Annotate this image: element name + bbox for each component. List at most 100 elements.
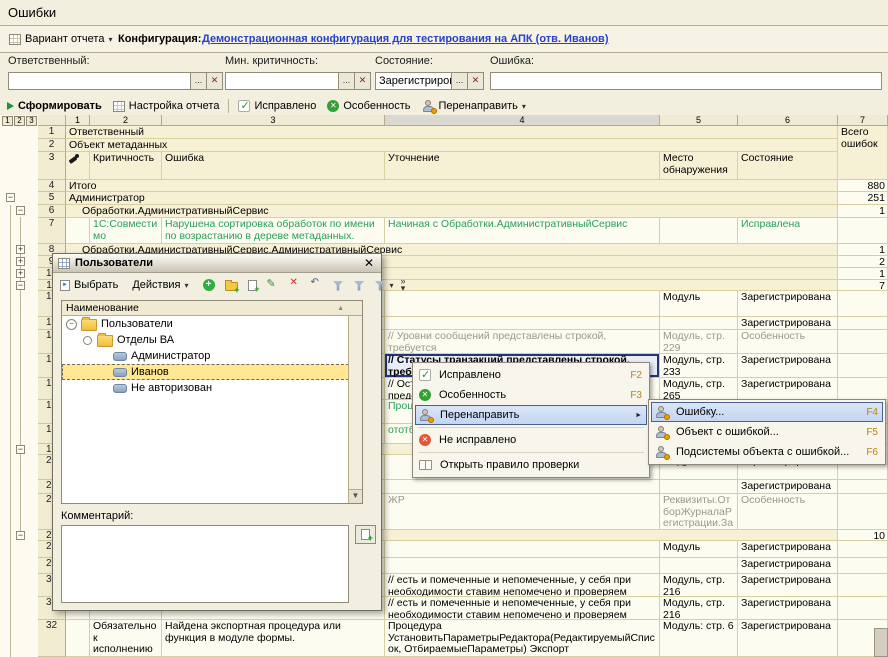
column-number-header[interactable]: 1 [66,115,90,126]
add-comment-button[interactable] [355,525,376,544]
feature-button[interactable]: Особенность [325,99,412,113]
expand-toggle-icon[interactable]: − [16,206,25,215]
grid-cell[interactable] [838,354,888,378]
grid-cell[interactable] [660,317,738,330]
expand-toggle-icon[interactable]: + [16,269,25,278]
grid-cell[interactable]: Зарегистрирована [738,574,838,597]
grid-cell[interactable]: // есть и помеченные и непомеченные, у с… [385,597,660,620]
choose-button[interactable]: ... [451,73,467,89]
user-tree-item[interactable]: Администратор [62,348,349,364]
config-link[interactable]: Демонстрационная конфигурация для тестир… [202,33,608,45]
grid-cell[interactable]: 7 [838,280,888,291]
column-number-header[interactable]: 7 [838,115,888,126]
row-number-cell[interactable]: 4 [38,180,66,192]
edit-button[interactable] [265,278,281,292]
submenu-item[interactable]: Подсистемы объекта с ошибкой...F6 [651,442,883,462]
filter-menu-button[interactable]: ▾ [373,279,396,292]
grid-cell[interactable]: 1 [838,268,888,280]
fixed-button[interactable]: Исправлено [236,99,318,113]
row-number-cell[interactable]: 2 [38,139,66,152]
generate-button[interactable]: Сформировать [5,99,104,113]
grid-cell[interactable]: Особенность [738,330,838,354]
group-level-button[interactable]: 3 [26,116,37,126]
grid-cell[interactable] [838,218,888,244]
grid-cell[interactable]: Модуль [660,541,738,558]
grid-cell[interactable]: Модуль, стр. 216 [660,597,738,620]
grid-cell[interactable]: // Уровни сообщений представлены строкой… [385,330,660,354]
grid-cell[interactable] [660,558,738,574]
grid-cell[interactable] [838,317,888,330]
row-number-cell[interactable]: 3 [38,152,66,180]
report-variant-button[interactable]: Вариант отчета ▾ [6,30,115,48]
group-level-button[interactable]: 1 [2,116,13,126]
history-button[interactable] [309,278,325,292]
clear-icon[interactable]: ✕ [467,73,483,89]
grid-cell[interactable] [385,291,660,317]
context-menu-item[interactable]: ОсобенностьF3 [415,385,647,405]
copy-button[interactable] [246,279,259,292]
grid-cell[interactable]: 2 [838,256,888,268]
grid-cell[interactable]: Администратор [66,192,838,205]
submenu-item[interactable]: Объект с ошибкой...F5 [651,422,883,442]
filter-settings-button[interactable] [331,279,346,292]
expand-toggle-icon[interactable]: + [16,245,25,254]
filter-input[interactable]: ...✕ [225,72,371,90]
grid-cell[interactable]: Процедура УстановитьПараметрыРедактора(Р… [385,620,660,657]
user-tree-item[interactable]: Иванов [62,364,349,380]
grid-cell[interactable]: Ответственный [66,126,838,139]
select-button[interactable]: Выбрать [58,278,120,292]
grid-cell[interactable] [838,494,888,530]
filter-button[interactable] [352,279,367,292]
expand-toggle-icon[interactable]: − [6,193,15,202]
grid-cell[interactable]: Зарегистрирована [738,597,838,620]
context-menu-item[interactable]: ИсправленоF2 [415,365,647,385]
grid-cell[interactable] [66,218,90,244]
row-number-cell[interactable]: 32 [38,620,66,657]
clear-icon[interactable]: ✕ [354,73,370,89]
grid-cell[interactable]: Модуль, стр. 233 [660,354,738,378]
submenu-item[interactable]: Ошибку...F4 [651,402,883,422]
grid-cell[interactable]: 1 [838,205,888,218]
choose-button[interactable]: ... [338,73,354,89]
expand-icon[interactable]: − [66,319,77,330]
grid-cell[interactable] [385,558,660,574]
clear-icon[interactable]: ✕ [206,73,222,89]
grid-cell[interactable]: Место обнаружения [660,152,738,180]
grid-cell[interactable]: Модуль, стр. 216 [660,574,738,597]
grid-cell[interactable]: Зарегистрирована [738,317,838,330]
user-tree-item[interactable]: Не авторизован [62,380,349,396]
grid-cell[interactable]: Нарушена сортировка обработок по имени п… [162,218,385,244]
toolbar-overflow-button[interactable]: » ▾ [401,278,406,292]
grid-cell[interactable]: Обязательно к исполнению [90,620,162,657]
grid-cell[interactable]: Найдена экспортная процедура или функция… [162,620,385,657]
grid-cell[interactable]: 880 [838,180,888,192]
delete-button[interactable] [287,278,303,292]
column-number-header[interactable]: 3 [162,115,385,126]
grid-cell[interactable] [838,378,888,400]
grid-cell[interactable]: Модуль, стр. 265 [660,378,738,400]
grid-cell[interactable]: Ошибка [162,152,385,180]
grid-cell[interactable] [385,480,660,494]
choose-button[interactable]: ... [190,73,206,89]
grid-cell[interactable] [838,480,888,494]
grid-cell[interactable]: Обработки.АдминистративныйСервис [66,205,838,218]
grid-cell[interactable]: 1 [838,244,888,256]
grid-cell[interactable]: Особенность [738,494,838,530]
grid-cell[interactable] [838,291,888,317]
filter-input[interactable] [490,72,882,90]
row-number-cell[interactable]: 7 [38,218,66,244]
user-tree-item[interactable]: Отделы ВА [62,332,349,348]
grid-cell[interactable]: Реквизиты.ОтборЖурналаРегистрации.Заголо… [660,494,738,530]
expand-toggle-icon[interactable]: + [16,257,25,266]
row-number-header[interactable] [38,115,66,126]
grid-cell[interactable]: Модуль [660,291,738,317]
column-number-header[interactable]: 5 [660,115,738,126]
grid-cell[interactable]: // есть и помеченные и непомеченные, у с… [385,574,660,597]
grid-cell[interactable] [385,541,660,558]
grid-cell[interactable] [838,597,888,620]
users-list-scrollbar[interactable]: ▼ [348,316,362,503]
actions-button[interactable]: Действия ▾ [130,278,190,292]
column-number-header[interactable]: 2 [90,115,162,126]
grid-cell[interactable]: Модуль, стр. 229 [660,330,738,354]
grid-cell[interactable]: ЖР [385,494,660,530]
